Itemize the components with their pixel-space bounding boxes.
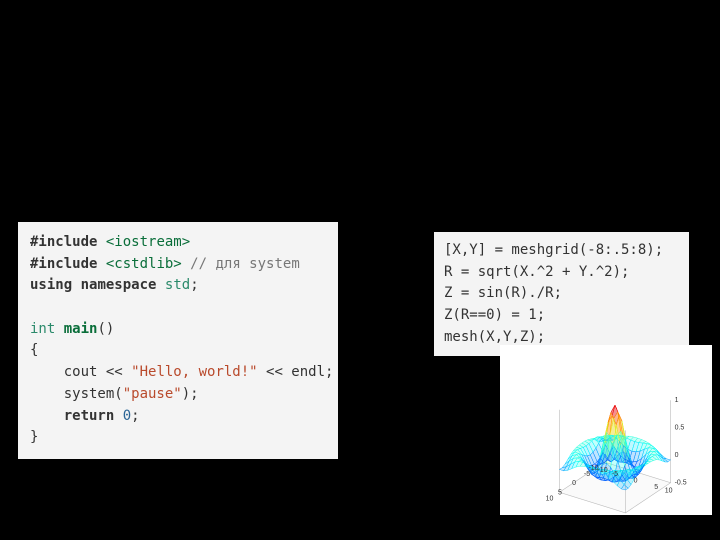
svg-text:0: 0 [572, 480, 576, 487]
cpp-string: "Hello, world!" [131, 364, 257, 380]
cpp-kw: #include [30, 256, 97, 272]
cpp-stmt: ); [182, 386, 199, 402]
cpp-kw: namespace [81, 277, 157, 293]
cpp-stmt: << endl; [258, 364, 334, 380]
cpp-parens: () [97, 321, 114, 337]
cpp-header: <cstdlib> [106, 256, 182, 272]
cpp-code-block: #include <iostream> #include <cstdlib> /… [18, 222, 338, 459]
slide: #include <iostream> #include <cstdlib> /… [0, 0, 720, 540]
cpp-punct: ; [131, 408, 139, 424]
cpp-indent [30, 408, 64, 424]
cpp-ns: std [165, 277, 190, 293]
svg-text:-10: -10 [598, 467, 608, 474]
cpp-brace: { [30, 342, 38, 358]
matlab-line: mesh(X,Y,Z); [444, 329, 545, 345]
svg-text:0: 0 [675, 452, 679, 459]
svg-text:5: 5 [558, 490, 562, 497]
svg-text:5: 5 [654, 484, 658, 491]
cpp-kw: using [30, 277, 72, 293]
cpp-number: 0 [123, 408, 131, 424]
matlab-code-block: [X,Y] = meshgrid(-8:.5:8); R = sqrt(X.^2… [434, 232, 689, 356]
matlab-line: [X,Y] = meshgrid(-8:.5:8); [444, 242, 663, 258]
svg-text:-5: -5 [584, 471, 590, 478]
cpp-fn: main [64, 321, 98, 337]
cpp-header: <iostream> [106, 234, 190, 250]
cpp-brace: } [30, 429, 38, 445]
matlab-line: Z(R==0) = 1; [444, 307, 545, 323]
svg-text:0.5: 0.5 [675, 425, 685, 432]
cpp-string: "pause" [123, 386, 182, 402]
cpp-stmt: system( [30, 386, 123, 402]
svg-text:0: 0 [634, 477, 638, 484]
cpp-kw: #include [30, 234, 97, 250]
matlab-line: R = sqrt(X.^2 + Y.^2); [444, 264, 629, 280]
sinc-mesh-plot: 10.50-0.5-10-50510-10-50510 [500, 345, 712, 515]
cpp-punct: ; [190, 277, 198, 293]
cpp-type: int [30, 321, 55, 337]
cpp-comment: // для system [190, 256, 300, 272]
cpp-sp [114, 408, 122, 424]
svg-text:-5: -5 [612, 471, 618, 478]
matlab-line: Z = sin(R)./R; [444, 285, 562, 301]
cpp-kw: return [64, 408, 115, 424]
svg-text:1: 1 [675, 397, 679, 404]
svg-text:10: 10 [665, 488, 673, 495]
mesh-svg: 10.50-0.5-10-50510-10-50510 [500, 345, 712, 515]
svg-text:-0.5: -0.5 [675, 480, 687, 487]
svg-text:10: 10 [546, 495, 554, 502]
cpp-stmt: cout << [30, 364, 131, 380]
